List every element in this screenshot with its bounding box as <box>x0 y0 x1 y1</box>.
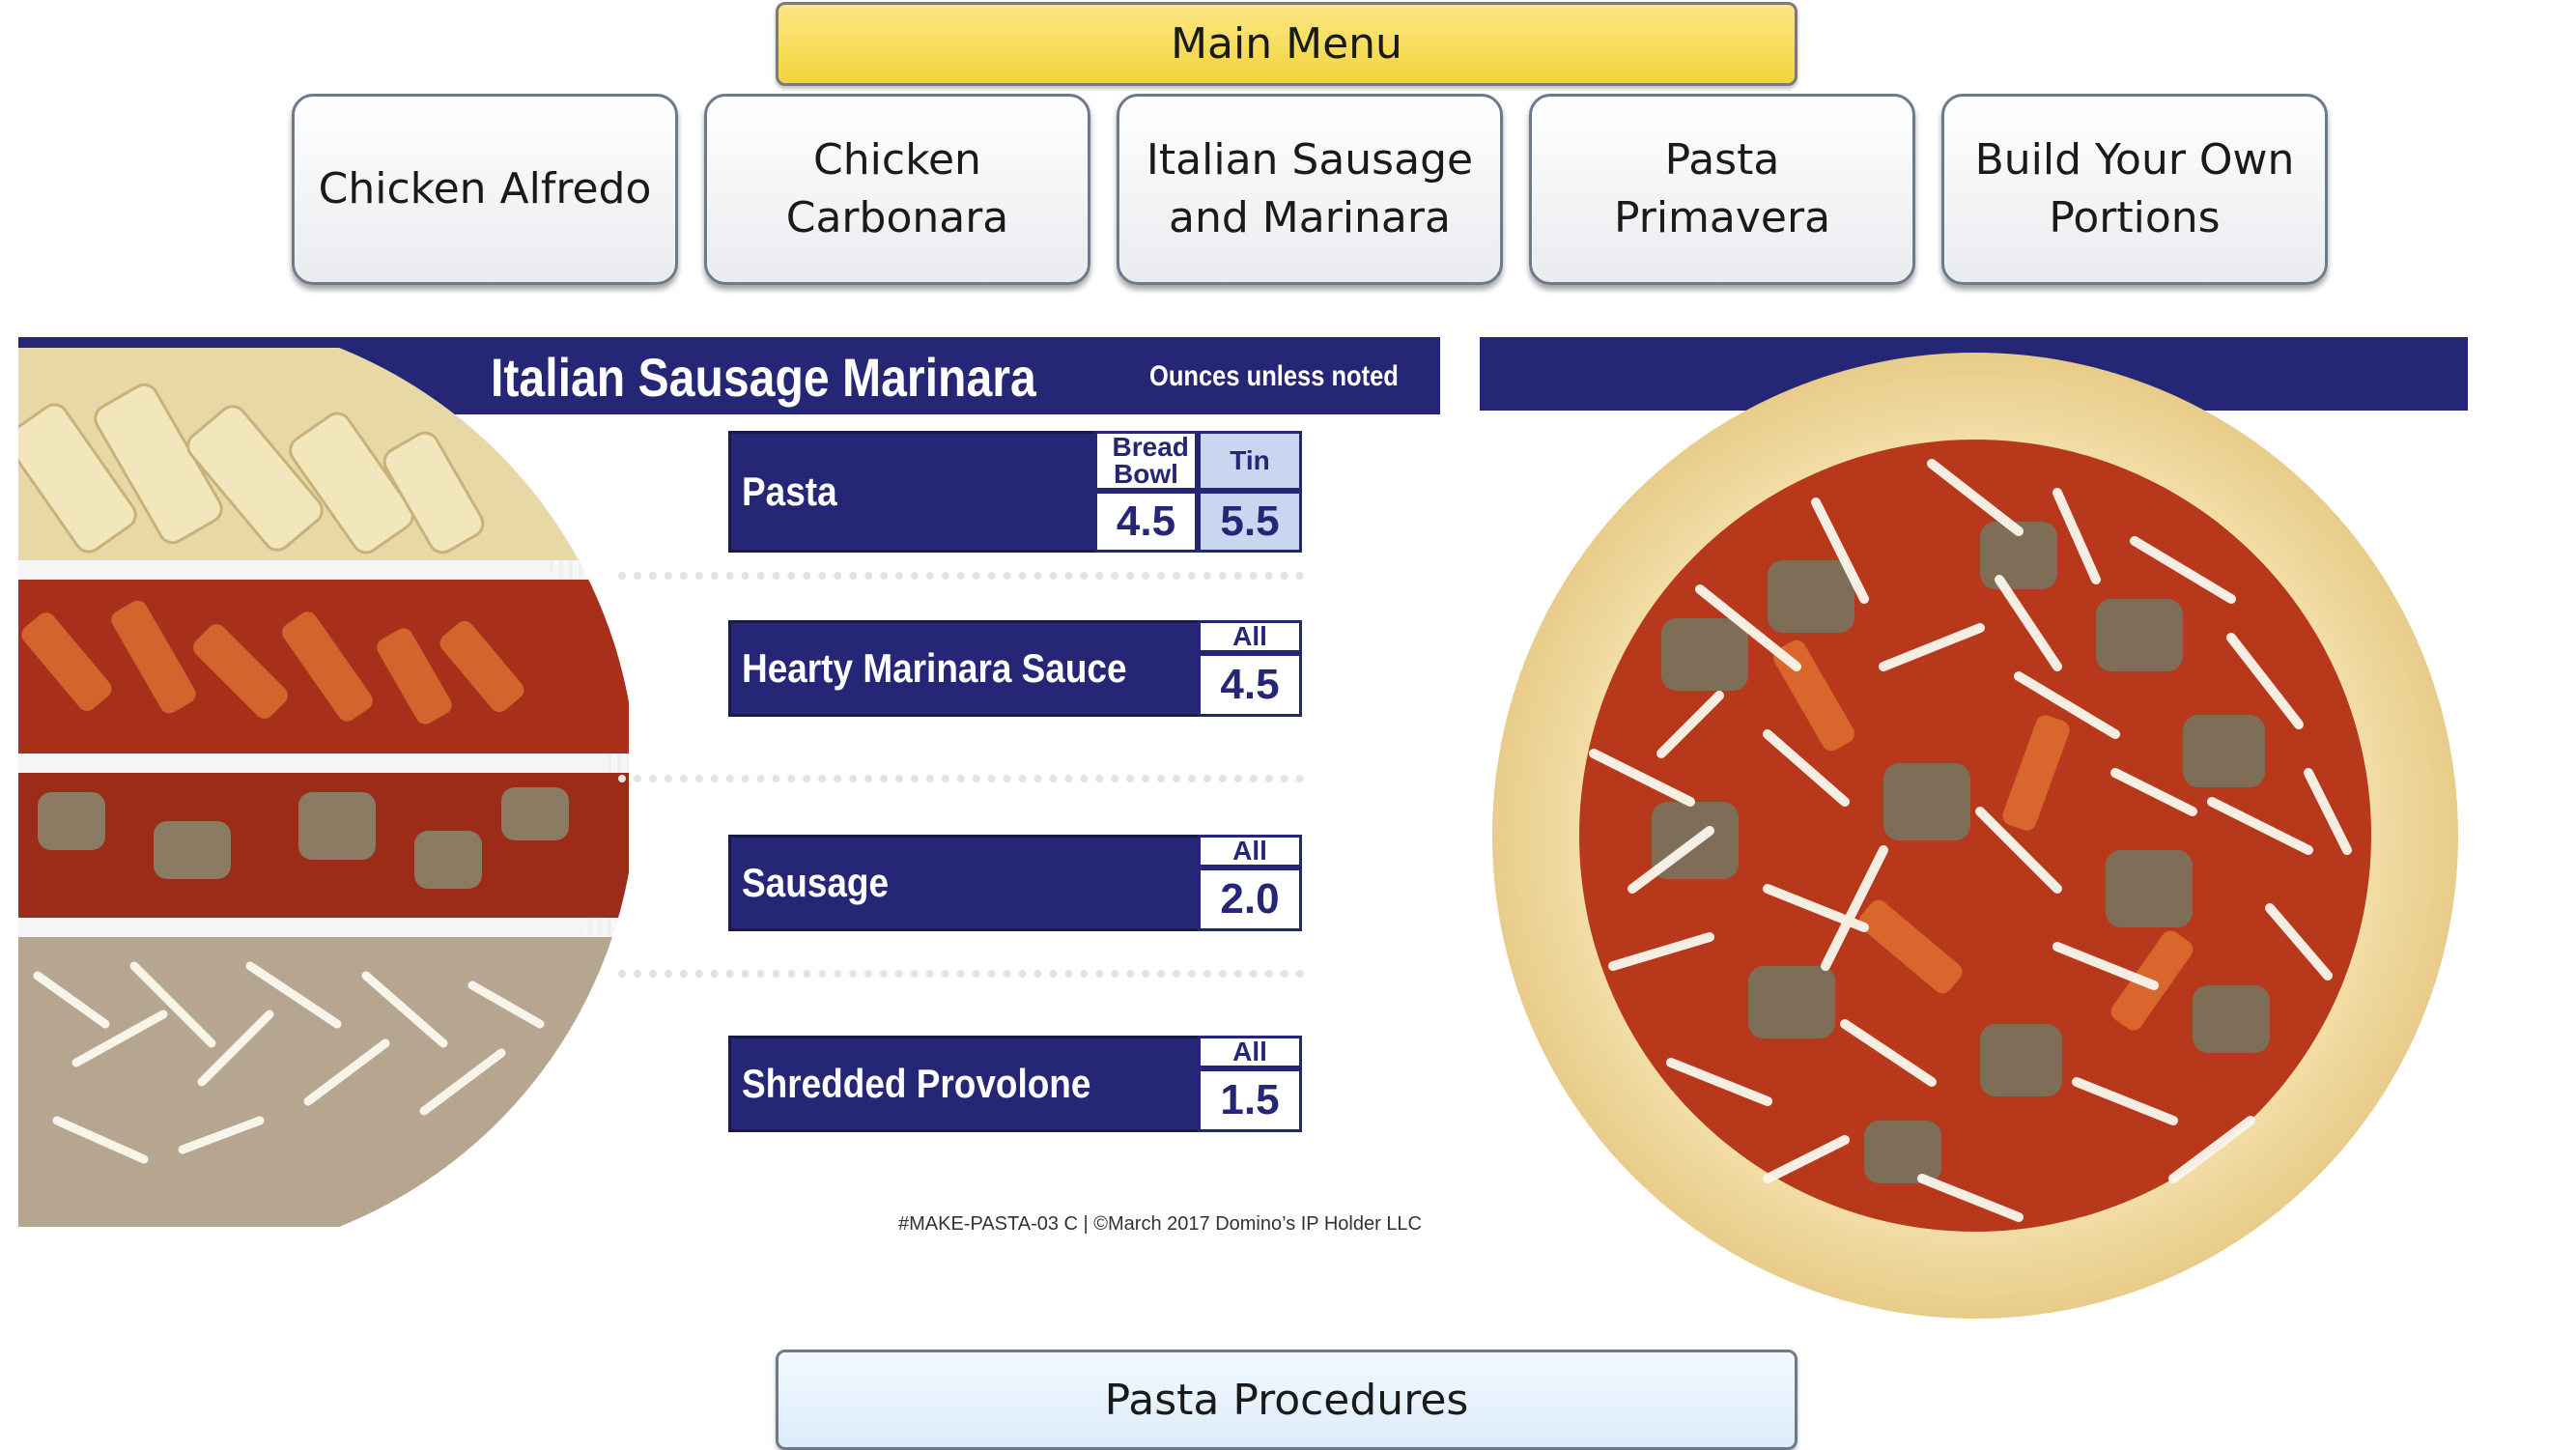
ingredient-name: Sausage <box>742 860 890 905</box>
recipe-button-build-your-own-portions[interactable]: Build Your Own Portions <box>1941 94 2328 285</box>
recipe-button-label: Build Your Own Portions <box>1974 135 2295 242</box>
recipe-button-chicken-carbonara[interactable]: Chicken Carbonara <box>704 94 1090 285</box>
recipe-button-label: Chicken Alfredo <box>318 164 652 213</box>
recipe-button-label: Pasta Primavera <box>1613 135 1831 242</box>
legal-footer: #MAKE-PASTA-03 C | ©March 2017 Domino’s … <box>898 1213 1423 1235</box>
amount-header: Bread Bowl <box>1094 431 1198 491</box>
pasta-tin-photo <box>18 348 629 1227</box>
amount-value: 2.0 <box>1198 867 1302 931</box>
divider <box>618 572 1304 580</box>
divider <box>618 775 1304 782</box>
recipe-button-pasta-primavera[interactable]: Pasta Primavera <box>1529 94 1915 285</box>
recipe-button-italian-sausage-marinara[interactable]: Italian Sausage and Marinara <box>1117 94 1503 285</box>
amount-header: All <box>1198 620 1302 653</box>
recipe-button-label: Italian Sausage and Marinara <box>1146 135 1474 242</box>
amount-header: Tin <box>1198 431 1302 491</box>
ingredient-name: Shredded Provolone <box>742 1061 1091 1106</box>
recipe-title: Italian Sausage Marinara <box>491 346 1036 408</box>
amount-value: 5.5 <box>1198 491 1302 553</box>
pasta-procedures-button[interactable]: Pasta Procedures <box>776 1350 1798 1450</box>
bread-bowl-photo <box>1478 348 2473 1323</box>
amount-value: 1.5 <box>1198 1068 1302 1132</box>
amount-value: 4.5 <box>1094 491 1198 553</box>
recipe-button-label: Chicken Carbonara <box>785 135 1009 242</box>
recipe-button-chicken-alfredo[interactable]: Chicken Alfredo <box>292 94 678 285</box>
main-menu-button[interactable]: Main Menu <box>776 2 1798 86</box>
units-note: Ounces unless noted <box>1149 360 1399 392</box>
ingredient-name: Hearty Marinara Sauce <box>742 645 1127 691</box>
amount-header: All <box>1198 835 1302 867</box>
amount-header: All <box>1198 1036 1302 1068</box>
amount-value: 4.5 <box>1198 653 1302 717</box>
ingredient-name: Pasta <box>742 469 837 514</box>
divider <box>618 970 1304 978</box>
